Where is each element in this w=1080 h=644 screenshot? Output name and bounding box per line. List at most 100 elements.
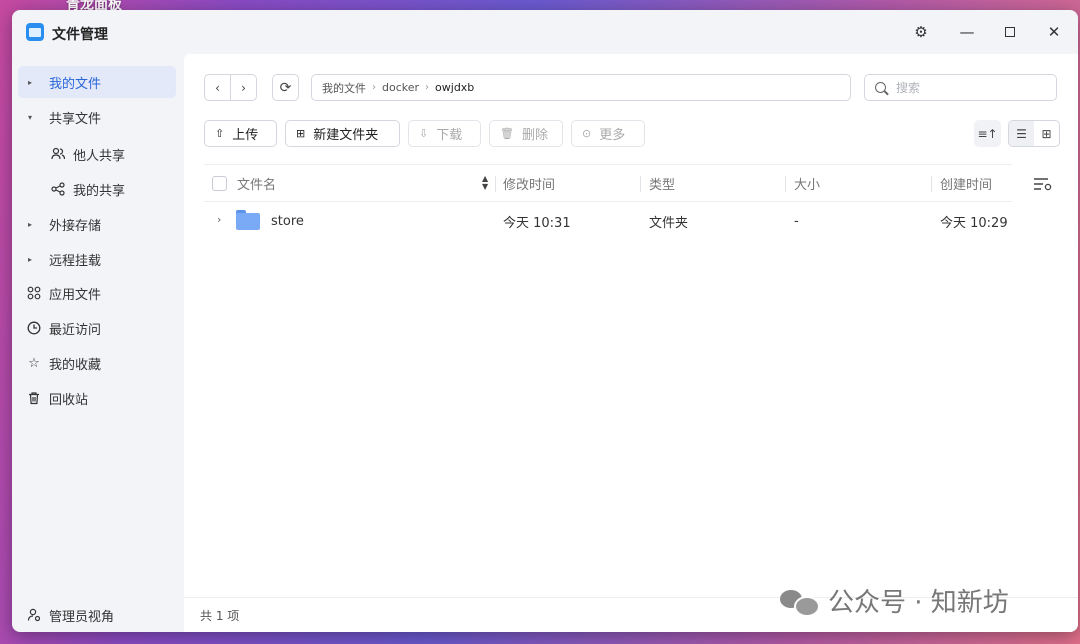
column-type[interactable]: 类型	[649, 165, 675, 202]
column-divider	[931, 176, 932, 192]
download-button[interactable]: ⇩ 下载	[408, 120, 481, 147]
forward-button[interactable]: ›	[230, 75, 256, 100]
watermark-text: 公众号 · 知新坊	[828, 588, 1009, 618]
trash-icon	[26, 390, 42, 406]
trash-icon: 🗑	[500, 127, 514, 140]
sidebar-item-label: 远程挂载	[49, 253, 102, 269]
minimize-icon: —	[959, 23, 975, 41]
sidebar-item-label: 我的收藏	[49, 357, 102, 373]
column-divider	[785, 176, 786, 192]
breadcrumb-item-current[interactable]: owjdxb	[435, 81, 474, 94]
caret-right-icon: ▸	[28, 254, 33, 264]
table-header: 文件名 ▲ ▼ 修改时间 类型 大小 创建时间	[204, 164, 1012, 202]
refresh-button[interactable]: ⟳	[272, 74, 299, 101]
more-button[interactable]: ⊙ 更多	[571, 120, 645, 147]
sidebar-item-label: 外接存储	[49, 218, 102, 234]
maximize-icon	[1005, 27, 1015, 37]
column-modified[interactable]: 修改时间	[503, 165, 555, 202]
sidebar-item-remote-mount[interactable]: ▸ 远程挂载	[18, 243, 176, 275]
watermark: 公众号 · 知新坊	[780, 582, 1009, 619]
share-icon	[50, 181, 66, 197]
file-type: 文件夹	[649, 215, 689, 231]
upload-label: 上传	[232, 128, 259, 143]
sidebar-item-my-files[interactable]: ▸ 我的文件	[18, 66, 176, 98]
sidebar-item-shared-files[interactable]: ▾ 共享文件	[18, 101, 176, 133]
history-nav: ‹ ›	[204, 74, 257, 101]
upload-button[interactable]: ⇧ 上传	[204, 120, 277, 147]
sidebar-item-label: 最近访问	[49, 322, 102, 338]
sidebar-item-shared-by-others[interactable]: 他人共享	[18, 138, 176, 170]
grid-icon: ⊞	[1041, 126, 1052, 141]
download-icon: ⇩	[419, 127, 429, 140]
chevron-right-icon: ›	[425, 82, 430, 93]
search-icon	[875, 82, 886, 93]
file-manager-window: 文件管理 ⚙ — ✕ ▸ 我的文件 ▾ 共享文件 他人共享 我的共享 ▸ 外接存…	[12, 10, 1078, 632]
column-divider	[640, 176, 641, 192]
admin-view-button[interactable]: 管理员视角	[18, 599, 176, 631]
table-row[interactable]: › store 今天 10:31 文件夹 - 今天 10:29	[204, 202, 1012, 240]
file-name[interactable]: store	[271, 202, 304, 240]
new-folder-button[interactable]: ⊞ 新建文件夹	[285, 120, 400, 147]
column-created[interactable]: 创建时间	[940, 165, 992, 202]
sort-button[interactable]: ≡↑	[974, 120, 1001, 147]
upload-icon: ⇧	[215, 127, 225, 140]
sidebar-item-label: 他人共享	[73, 148, 126, 164]
admin-user-icon	[26, 607, 42, 623]
file-size: -	[794, 213, 799, 229]
main-panel: ‹ › ⟳ 我的文件 › docker › owjdxb ⇧ 上传 ⊞ 新建文件…	[184, 54, 1078, 597]
list-view-button[interactable]: ☰	[1009, 121, 1034, 146]
new-folder-label: 新建文件夹	[313, 128, 379, 143]
sidebar-item-favorites[interactable]: ☆ 我的收藏	[18, 347, 176, 379]
more-icon: ⊙	[582, 127, 592, 140]
sort-arrows-icon[interactable]: ▲ ▼	[482, 175, 488, 191]
sidebar-item-label: 共享文件	[49, 111, 102, 127]
apps-icon	[26, 285, 42, 301]
admin-view-label: 管理员视角	[49, 609, 115, 625]
new-folder-icon: ⊞	[296, 127, 306, 140]
column-name[interactable]: 文件名	[237, 165, 276, 202]
refresh-icon: ⟳	[279, 79, 292, 96]
chevron-right-icon: ›	[372, 82, 376, 93]
sort-icon: ≡↑	[977, 126, 998, 141]
wechat-logo-icon	[780, 588, 820, 617]
caret-right-icon: ▸	[28, 77, 33, 87]
select-all-checkbox[interactable]	[212, 176, 227, 191]
sidebar-item-external-storage[interactable]: ▸ 外接存储	[18, 208, 176, 240]
breadcrumb-item-my-files[interactable]: 我的文件	[322, 80, 366, 96]
back-button[interactable]: ‹	[205, 75, 230, 100]
grid-view-button[interactable]: ⊞	[1034, 121, 1059, 146]
sidebar-item-recent[interactable]: 最近访问	[18, 312, 176, 344]
sidebar: ▸ 我的文件 ▾ 共享文件 他人共享 我的共享 ▸ 外接存储 ▸ 远程挂载 应用…	[12, 54, 184, 632]
close-button[interactable]: ✕	[1043, 21, 1065, 43]
breadcrumb-item-docker[interactable]: docker	[382, 81, 419, 94]
column-settings-icon	[1034, 178, 1052, 191]
view-toggle: ☰ ⊞	[1008, 120, 1060, 147]
chevron-right-icon[interactable]: ›	[217, 213, 221, 226]
column-divider	[495, 176, 496, 192]
file-created: 今天 10:29	[940, 215, 1008, 231]
column-settings-button[interactable]	[1032, 173, 1054, 195]
maximize-button[interactable]	[999, 21, 1021, 43]
settings-button[interactable]: ⚙	[910, 21, 932, 43]
list-icon: ☰	[1016, 126, 1027, 141]
caret-down-icon: ▾	[28, 112, 33, 122]
sidebar-item-label: 回收站	[49, 392, 89, 408]
more-label: 更多	[599, 128, 626, 143]
search-box	[864, 74, 1057, 101]
app-icon	[26, 23, 44, 41]
sidebar-item-label: 我的共享	[73, 183, 126, 199]
file-table: 文件名 ▲ ▼ 修改时间 类型 大小 创建时间 › store 今天 10:31 …	[204, 164, 1012, 240]
clock-icon	[26, 320, 42, 336]
breadcrumb: 我的文件 › docker › owjdxb	[311, 74, 851, 101]
search-input[interactable]	[896, 80, 1046, 95]
delete-button[interactable]: 🗑 删除	[489, 120, 563, 147]
sidebar-item-label: 应用文件	[49, 287, 102, 303]
sidebar-item-trash[interactable]: 回收站	[18, 382, 176, 414]
column-size[interactable]: 大小	[794, 165, 820, 202]
title-bar: 文件管理 ⚙ — ✕	[12, 10, 1078, 54]
minimize-button[interactable]: —	[956, 21, 978, 43]
download-label: 下载	[436, 128, 463, 143]
star-icon: ☆	[28, 355, 40, 371]
sidebar-item-app-files[interactable]: 应用文件	[18, 277, 176, 309]
sidebar-item-my-shares[interactable]: 我的共享	[18, 173, 176, 205]
